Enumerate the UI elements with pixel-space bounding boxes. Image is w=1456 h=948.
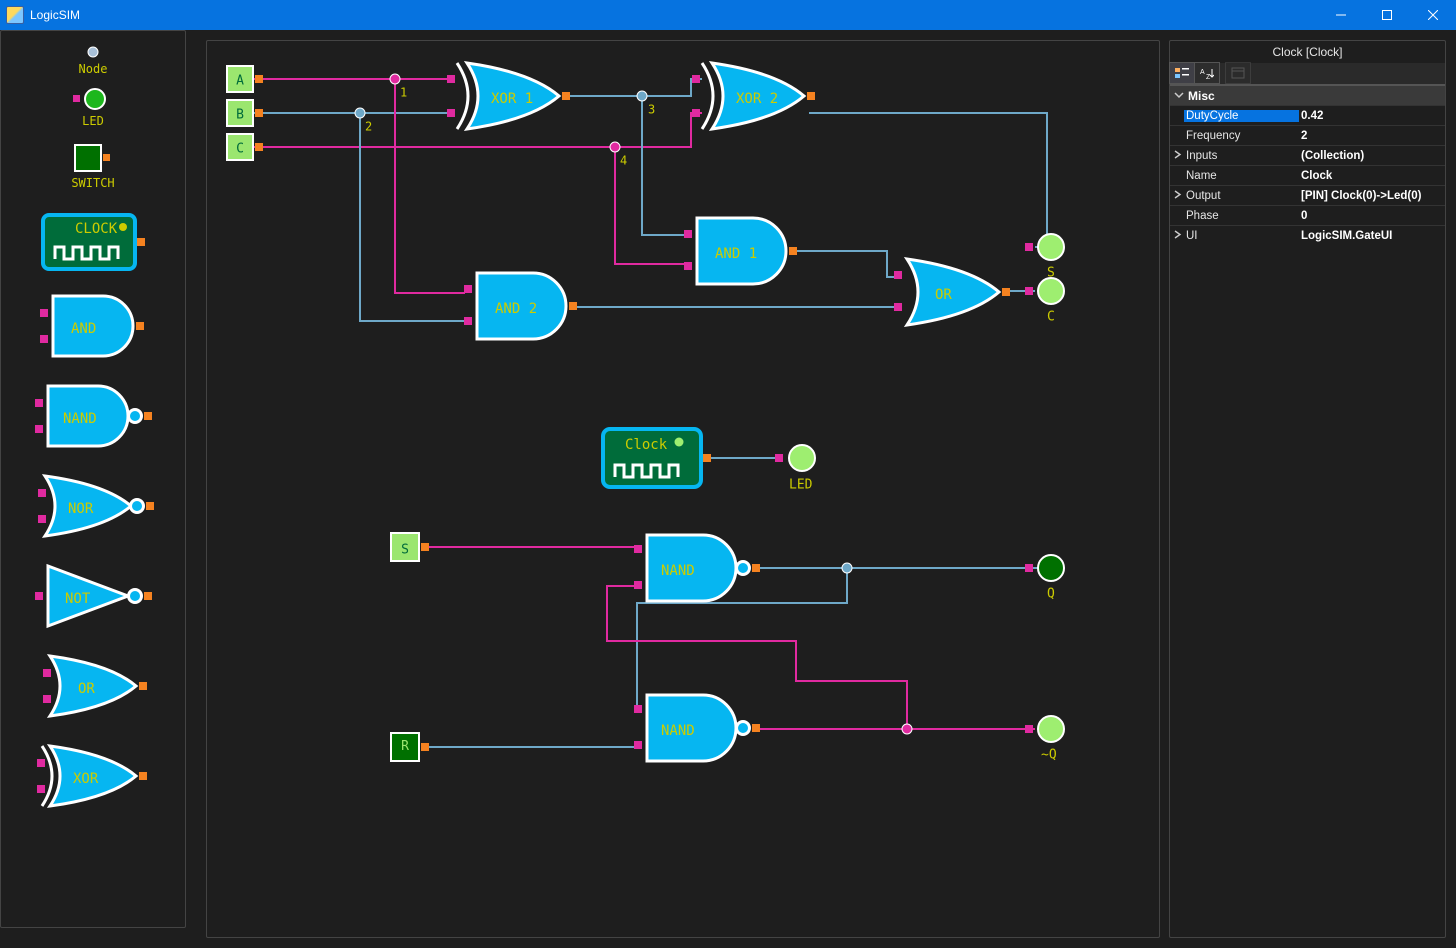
property-name: UI <box>1184 230 1299 242</box>
palette-panel: Node LED SWITCH <box>0 30 186 928</box>
property-pages-button[interactable] <box>1225 62 1251 84</box>
palette-node[interactable]: Node <box>1 45 185 76</box>
property-row-inputs[interactable]: Inputs(Collection) <box>1170 145 1445 165</box>
property-row-dutycycle[interactable]: DutyCycle0.42 <box>1170 105 1445 125</box>
led-clock[interactable]: LED <box>775 445 815 493</box>
switch-s[interactable]: S <box>391 533 429 561</box>
palette-and[interactable]: AND <box>1 291 185 364</box>
property-name: Output <box>1184 190 1299 202</box>
properties-title: Clock [Clock] <box>1170 41 1445 63</box>
clock-block[interactable]: Clock <box>603 429 711 487</box>
properties-toolbar: AZ <box>1170 63 1445 85</box>
gate-and2[interactable]: AND 2 <box>464 273 577 339</box>
palette-clock[interactable]: CLOCK <box>1 211 185 276</box>
property-row-output[interactable]: Output[PIN] Clock(0)->Led(0) <box>1170 185 1445 205</box>
node-3[interactable]: 3 <box>637 91 655 117</box>
svg-text:3: 3 <box>648 103 655 117</box>
property-value[interactable]: 2 <box>1299 130 1445 142</box>
palette-or[interactable]: OR <box>1 651 185 724</box>
property-row-phase[interactable]: Phase0 <box>1170 205 1445 225</box>
close-button[interactable] <box>1410 0 1456 30</box>
property-row-frequency[interactable]: Frequency2 <box>1170 125 1445 145</box>
property-row-ui[interactable]: UILogicSIM.GateUI <box>1170 225 1445 245</box>
palette-nand[interactable]: NAND <box>1 381 185 454</box>
led-q[interactable]: Q <box>1025 555 1064 602</box>
app-icon <box>6 6 24 24</box>
palette-led-label: LED <box>1 114 185 128</box>
node-2[interactable]: 2 <box>355 108 372 134</box>
svg-text:2: 2 <box>365 120 372 134</box>
led-c[interactable]: C <box>1025 278 1064 325</box>
gate-xor2[interactable]: XOR 2 <box>692 63 815 129</box>
expand-icon[interactable] <box>1170 190 1184 202</box>
switch-c[interactable]: C <box>227 134 263 160</box>
property-row-name[interactable]: NameClock <box>1170 165 1445 185</box>
latch-feedback-node-top[interactable] <box>842 563 852 573</box>
property-name: DutyCycle <box>1184 110 1299 122</box>
property-value[interactable]: 0.42 <box>1299 110 1445 122</box>
gate-nand1[interactable]: NAND <box>634 535 760 601</box>
node-1[interactable]: 1 <box>390 74 407 100</box>
gate-or[interactable]: OR <box>894 259 1010 325</box>
gate-and1[interactable]: AND 1 <box>684 218 797 284</box>
svg-text:1: 1 <box>400 86 407 100</box>
switch-b[interactable]: B <box>227 100 263 126</box>
led-nq[interactable]: ~Q <box>1025 716 1064 763</box>
property-name: Phase <box>1184 210 1299 222</box>
palette-switch[interactable]: SWITCH <box>1 143 185 190</box>
property-name: Name <box>1184 170 1299 182</box>
svg-text:S: S <box>401 543 409 558</box>
titlebar: LogicSIM <box>0 0 1456 30</box>
maximize-button[interactable] <box>1364 0 1410 30</box>
svg-text:R: R <box>401 739 409 754</box>
palette-xor[interactable]: XOR <box>1 741 185 814</box>
gate-xor1[interactable]: XOR 1 <box>447 63 570 129</box>
svg-text:4: 4 <box>620 154 627 168</box>
gate-nand2[interactable]: NAND <box>634 695 760 761</box>
svg-text:C: C <box>236 142 244 157</box>
svg-text:B: B <box>236 108 244 123</box>
expand-icon[interactable] <box>1170 230 1184 242</box>
property-value[interactable]: Clock <box>1299 170 1445 182</box>
svg-text:A: A <box>1200 69 1205 76</box>
categorized-button[interactable] <box>1169 62 1195 84</box>
svg-text:LED: LED <box>789 478 813 493</box>
alphabetical-button[interactable]: AZ <box>1194 62 1220 84</box>
expand-icon[interactable] <box>1170 150 1184 162</box>
node-4[interactable]: 4 <box>610 142 627 168</box>
palette-node-label: Node <box>1 62 185 76</box>
palette-not[interactable]: NOT <box>1 561 185 634</box>
switch-a[interactable]: A <box>227 66 263 92</box>
switch-r[interactable]: R <box>391 733 429 761</box>
svg-text:A: A <box>236 74 244 89</box>
svg-text:Z: Z <box>1206 74 1211 79</box>
property-value[interactable]: LogicSIM.GateUI <box>1299 230 1445 242</box>
property-value[interactable]: [PIN] Clock(0)->Led(0) <box>1299 190 1445 202</box>
property-category-misc[interactable]: Misc <box>1170 85 1445 105</box>
property-value[interactable]: 0 <box>1299 210 1445 222</box>
palette-switch-label: SWITCH <box>1 176 185 190</box>
property-name: Inputs <box>1184 150 1299 162</box>
collapse-icon[interactable] <box>1174 89 1188 103</box>
property-name: Frequency <box>1184 130 1299 142</box>
properties-panel: Clock [Clock] AZ Misc DutyCycle0.42Frequ… <box>1169 40 1446 938</box>
svg-text:Q: Q <box>1047 587 1055 602</box>
led-s[interactable]: S <box>1025 234 1064 281</box>
svg-text:~Q: ~Q <box>1041 748 1057 763</box>
minimize-button[interactable] <box>1318 0 1364 30</box>
palette-nor[interactable]: NOR <box>1 471 185 544</box>
palette-led[interactable]: LED <box>1 87 185 128</box>
latch-feedback-node-bottom[interactable] <box>902 724 912 734</box>
property-value[interactable]: (Collection) <box>1299 150 1445 162</box>
app-title: LogicSIM <box>30 8 80 22</box>
property-category-label: Misc <box>1188 89 1215 103</box>
canvas-area[interactable]: A B C 1 2 <box>206 40 1160 938</box>
svg-text:C: C <box>1047 310 1055 325</box>
